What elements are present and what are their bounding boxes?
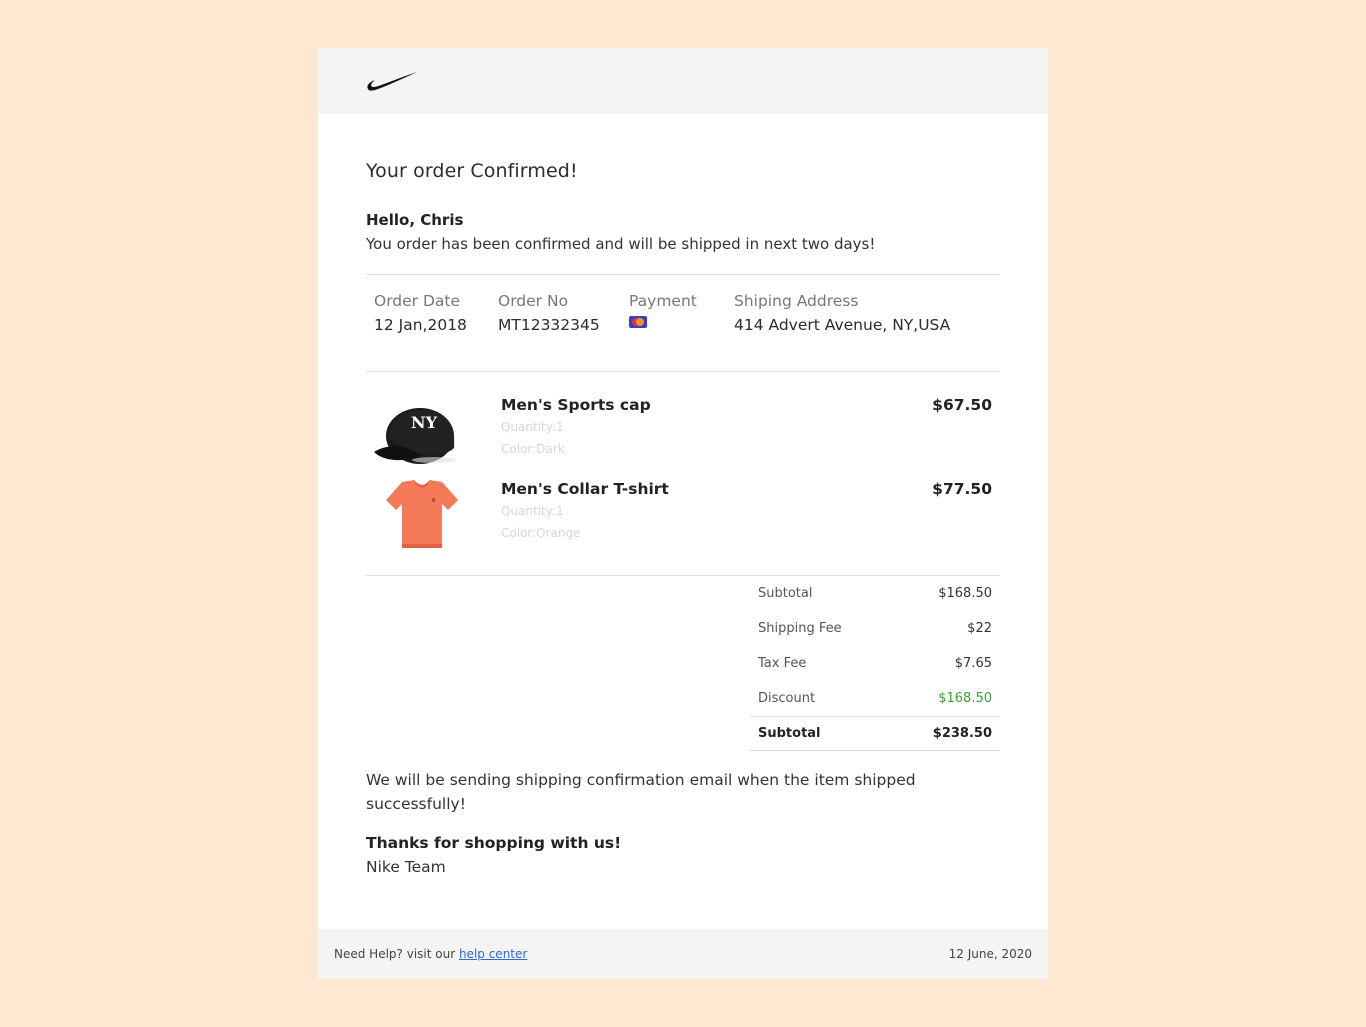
tax-fee-row: Tax Fee $7.65 <box>750 646 1000 681</box>
mastercard-icon <box>629 316 647 328</box>
order-number: Order No MT12332345 <box>498 292 600 334</box>
greeting: Hello, Chris <box>366 211 464 229</box>
shipping-address-value: 414 Advert Avenue, NY,USA <box>734 316 951 334</box>
tax-fee-label: Tax Fee <box>758 656 807 671</box>
divider <box>366 371 1000 372</box>
list-item: NY Men's Sports cap Quantity:1 Color:Dar… <box>366 396 1000 480</box>
discount-row: Discount $168.50 <box>750 681 1000 716</box>
discount-value: $168.50 <box>938 691 992 706</box>
thanks-text: Thanks for shopping with us! <box>366 834 622 852</box>
shipping-fee-row: Shipping Fee $22 <box>750 611 1000 646</box>
shipping-note: We will be sending shipping confirmation… <box>366 771 916 813</box>
email-header <box>318 48 1048 114</box>
cap-image: NY <box>374 408 456 464</box>
subtotal-label: Subtotal <box>758 586 813 601</box>
subtotal-row: Subtotal $168.50 <box>750 576 1000 611</box>
order-totals: Subtotal $168.50 Shipping Fee $22 Tax Fe… <box>750 576 1000 751</box>
footer-date: 12 June, 2020 <box>948 947 1032 961</box>
order-number-label: Order No <box>498 292 569 310</box>
item-quantity: Quantity:1 <box>501 420 564 434</box>
shipping-address-label: Shiping Address <box>734 292 859 310</box>
email-footer: Need Help? visit our help center 12 June… <box>318 929 1048 979</box>
item-quantity: Quantity:1 <box>501 504 564 518</box>
help-text: Need Help? visit our help center <box>334 947 527 961</box>
shipping-fee-value: $22 <box>967 621 992 636</box>
tax-fee-value: $7.65 <box>954 656 992 671</box>
order-date-label: Order Date <box>374 292 461 310</box>
tshirt-image <box>386 480 458 548</box>
total-label: Subtotal <box>758 726 821 741</box>
order-date-value: 12 Jan,2018 <box>374 316 467 334</box>
order-date: Order Date 12 Jan,2018 <box>374 292 467 334</box>
total-value: $238.50 <box>932 726 992 741</box>
subtotal-value: $168.50 <box>938 586 992 601</box>
item-name: Men's Sports cap <box>501 396 651 414</box>
total-row: Subtotal $238.50 <box>750 716 1000 751</box>
help-center-link[interactable]: help center <box>459 947 527 961</box>
item-price: $67.50 <box>932 396 992 414</box>
svg-text:NY: NY <box>411 413 438 432</box>
order-number-value: MT12332345 <box>498 316 600 334</box>
item-color: Color:Dark <box>501 442 565 456</box>
payment: Payment <box>629 292 697 332</box>
divider <box>366 274 1000 275</box>
item-color: Color:Orange <box>501 526 581 540</box>
item-price: $77.50 <box>932 480 992 498</box>
confirmation-message: You order has been confirmed and will be… <box>366 235 876 253</box>
shipping-address: Shiping Address 414 Advert Avenue, NY,US… <box>734 292 950 334</box>
help-prefix: Need Help? visit our <box>334 947 459 961</box>
shipping-fee-label: Shipping Fee <box>758 621 842 636</box>
nike-swoosh-icon <box>367 72 417 91</box>
page-title: Your order Confirmed! <box>366 160 578 182</box>
list-item: Men's Collar T-shirt Quantity:1 Color:Or… <box>366 480 1000 564</box>
email-card: Your order Confirmed! Hello, Chris You o… <box>318 48 1048 979</box>
payment-label: Payment <box>629 292 697 310</box>
item-name: Men's Collar T-shirt <box>501 480 669 498</box>
signoff: Nike Team <box>366 858 446 876</box>
discount-label: Discount <box>758 691 816 706</box>
